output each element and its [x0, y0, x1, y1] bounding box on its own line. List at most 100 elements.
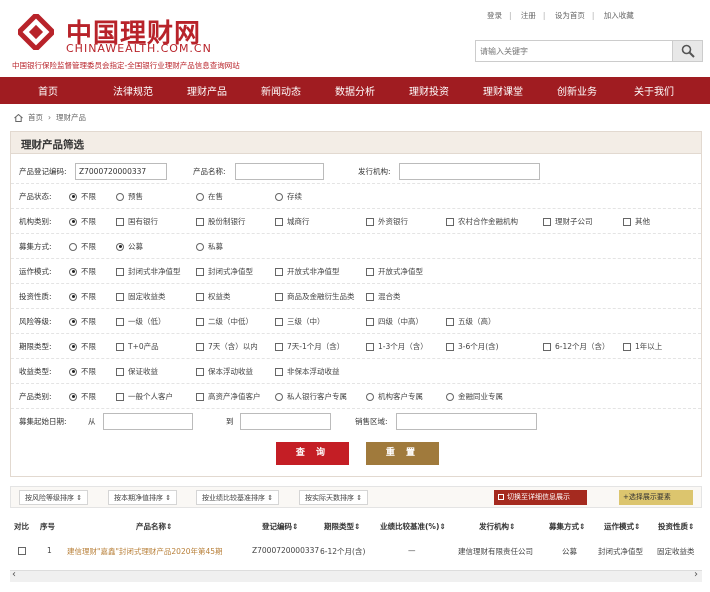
- institution-option[interactable]: 外资银行: [366, 216, 408, 227]
- sort-by-days-button[interactable]: 按实际天数排序 ⇕: [299, 490, 369, 505]
- filter-row-term: 期限类型: 不限 T+0产品 7天（含）以内 7天-1个月（含） 1-3个月（含…: [11, 334, 701, 359]
- institution-option[interactable]: 农村合作金融机构: [446, 216, 518, 227]
- raise-option[interactable]: 公募: [116, 241, 143, 252]
- income-option[interactable]: 不限: [69, 366, 96, 377]
- category-option[interactable]: 高资产净值客户: [196, 391, 261, 402]
- breadcrumb: 首页 › 理财产品: [14, 112, 86, 123]
- sort-by-nav-button[interactable]: 按本期净值排序 ⇕: [108, 490, 178, 505]
- nav-item-products[interactable]: 理财产品: [170, 83, 244, 98]
- operation-option[interactable]: 不限: [69, 266, 96, 277]
- nav-item-invest[interactable]: 理财投资: [392, 83, 466, 98]
- institution-option[interactable]: 股份制银行: [196, 216, 246, 227]
- col-header-invest[interactable]: 投资性质⇕: [658, 521, 694, 532]
- col-header-raise[interactable]: 募集方式⇕: [549, 521, 585, 532]
- filter-row-risk: 风险等级: 不限 一级（低） 二级（中低） 三级（中） 四级（中高） 五级（高）: [11, 309, 701, 334]
- risk-option[interactable]: 四级（中高）: [366, 316, 423, 327]
- search-icon: [681, 44, 695, 58]
- select-fields-button[interactable]: +选择展示要素: [619, 490, 693, 505]
- term-label: 期限类型:: [19, 342, 52, 351]
- status-option[interactable]: 不限: [69, 191, 96, 202]
- invest-option[interactable]: 混合类: [366, 291, 401, 302]
- invest-option[interactable]: 不限: [69, 291, 96, 302]
- nav-item-news[interactable]: 新闻动态: [244, 83, 318, 98]
- status-option[interactable]: 预售: [116, 191, 143, 202]
- issuer-input[interactable]: [399, 163, 540, 180]
- raise-option[interactable]: 私募: [196, 241, 223, 252]
- nav-item-law[interactable]: 法律规范: [96, 83, 170, 98]
- operation-option[interactable]: 封闭式非净值型: [116, 266, 181, 277]
- income-option[interactable]: 非保本浮动收益: [275, 366, 340, 377]
- risk-option[interactable]: 不限: [69, 316, 96, 327]
- term-option[interactable]: 3-6个月(含): [446, 341, 499, 352]
- switch-detail-button[interactable]: 切换至详细信息展示: [494, 490, 587, 505]
- nav-item-classroom[interactable]: 理财课堂: [466, 83, 540, 98]
- term-option[interactable]: T+0产品: [116, 341, 159, 352]
- sort-by-risk-button[interactable]: 按风险等级排序 ⇕: [19, 490, 89, 505]
- register-link[interactable]: 注册: [521, 11, 536, 20]
- scroll-right-icon[interactable]: ›: [694, 569, 698, 580]
- logo-icon[interactable]: [18, 14, 54, 50]
- nav-item-innovation[interactable]: 创新业务: [540, 83, 614, 98]
- term-option[interactable]: 6-12个月（含）: [543, 341, 610, 352]
- col-header-code[interactable]: 登记编码⇕: [262, 521, 298, 532]
- scroll-left-icon[interactable]: ‹: [12, 569, 16, 580]
- risk-option[interactable]: 五级（高）: [446, 316, 496, 327]
- raise-option[interactable]: 不限: [69, 241, 96, 252]
- category-option[interactable]: 一般个人客户: [116, 391, 173, 402]
- institution-label: 机构类别:: [19, 217, 52, 226]
- search-input[interactable]: [476, 41, 672, 61]
- institution-option[interactable]: 理财子公司: [543, 216, 593, 227]
- set-homepage-link[interactable]: 设为首页: [555, 11, 585, 20]
- nav-item-about[interactable]: 关于我们: [614, 83, 694, 98]
- date-to-input[interactable]: [240, 413, 331, 430]
- search-button[interactable]: [672, 41, 702, 61]
- col-header-term[interactable]: 期限类型⇕: [324, 521, 360, 532]
- institution-option[interactable]: 城商行: [275, 216, 310, 227]
- query-button[interactable]: 查 询: [276, 442, 349, 465]
- operation-option[interactable]: 开放式非净值型: [275, 266, 340, 277]
- reset-button[interactable]: 重 置: [366, 442, 439, 465]
- status-option[interactable]: 存续: [275, 191, 302, 202]
- category-option[interactable]: 私人银行客户专属: [275, 391, 347, 402]
- col-header-mode[interactable]: 运作模式⇕: [604, 521, 640, 532]
- sort-by-benchmark-button[interactable]: 按业绩比较基准排序 ⇕: [196, 490, 280, 505]
- invest-option[interactable]: 固定收益类: [116, 291, 166, 302]
- compare-checkbox[interactable]: [18, 547, 30, 557]
- term-option[interactable]: 1-3个月（含）: [366, 341, 428, 352]
- horizontal-scrollbar[interactable]: ‹ ›: [10, 569, 702, 582]
- login-link[interactable]: 登录: [487, 11, 502, 20]
- operation-option[interactable]: 开放式净值型: [366, 266, 423, 277]
- institution-option[interactable]: 不限: [69, 216, 96, 227]
- risk-option[interactable]: 一级（低）: [116, 316, 166, 327]
- operation-option[interactable]: 封闭式净值型: [196, 266, 253, 277]
- category-option[interactable]: 金融同业专属: [446, 391, 503, 402]
- col-header-issuer[interactable]: 发行机构⇕: [479, 521, 515, 532]
- category-option[interactable]: 不限: [69, 391, 96, 402]
- term-option[interactable]: 1年以上: [623, 341, 662, 352]
- term-option[interactable]: 不限: [69, 341, 96, 352]
- col-header-benchmark[interactable]: 业绩比较基准(%)⇕: [380, 521, 446, 532]
- category-option[interactable]: 机构客户专属: [366, 391, 423, 402]
- nav-item-home[interactable]: 首页: [0, 83, 96, 98]
- risk-label: 风险等级:: [19, 317, 52, 326]
- income-option[interactable]: 保本浮动收益: [196, 366, 253, 377]
- nav-item-data[interactable]: 数据分析: [318, 83, 392, 98]
- status-option[interactable]: 在售: [196, 191, 223, 202]
- sales-region-input[interactable]: [396, 413, 537, 430]
- breadcrumb-home[interactable]: 首页: [28, 112, 43, 123]
- term-option[interactable]: 7天（含）以内: [196, 341, 258, 352]
- invest-option[interactable]: 权益类: [196, 291, 231, 302]
- risk-option[interactable]: 三级（中）: [275, 316, 325, 327]
- invest-option[interactable]: 商品及金融衍生品类: [275, 291, 355, 302]
- risk-option[interactable]: 二级（中低）: [196, 316, 253, 327]
- institution-option[interactable]: 国有银行: [116, 216, 158, 227]
- date-from-input[interactable]: [103, 413, 193, 430]
- product-name-input[interactable]: [235, 163, 324, 180]
- institution-option[interactable]: 其他: [623, 216, 650, 227]
- income-option[interactable]: 保证收益: [116, 366, 158, 377]
- add-favorite-link[interactable]: 加入收藏: [604, 11, 634, 20]
- term-option[interactable]: 7天-1个月（含）: [275, 341, 344, 352]
- reg-code-input[interactable]: Z7000720000337: [75, 163, 167, 180]
- col-header-name[interactable]: 产品名称⇕: [136, 521, 172, 532]
- cell-product-name-link[interactable]: 建信理财"嘉鑫"封闭式理财产品2020年第45期: [67, 546, 223, 557]
